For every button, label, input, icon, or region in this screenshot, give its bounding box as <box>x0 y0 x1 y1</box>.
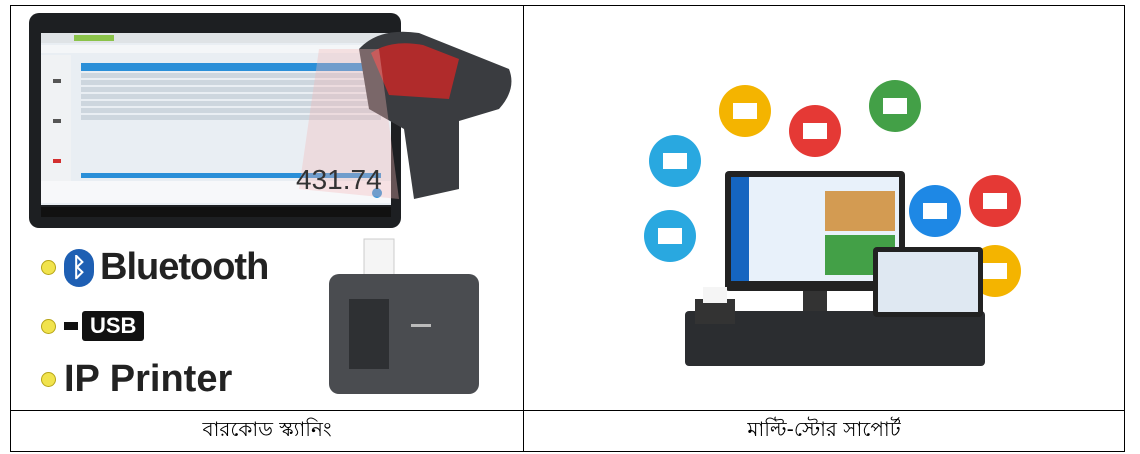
bullet-dot-icon <box>41 318 56 334</box>
caption-barcode-scanning: বারকোড স্ক্যানিং <box>202 416 332 441</box>
barcode-scanning-image <box>29 13 512 394</box>
content-table: 431.74 ᛒ Bluetooth USB IP Printer বারকোড… <box>10 5 1125 452</box>
bullet-dot-icon <box>41 372 56 387</box>
ip-printer-label: IP Printer <box>64 358 233 400</box>
multi-store-image <box>644 80 1021 366</box>
caption-multi-store-support: মাল্টি-স্টোর সাপোর্ট <box>747 416 901 441</box>
column-divider <box>523 6 524 451</box>
usb-label: USB <box>82 311 145 341</box>
bullet-dot-icon <box>41 260 56 275</box>
usb-row: USB <box>41 311 145 341</box>
usb-plug-icon <box>64 322 78 330</box>
receipt-printer-icon <box>329 238 479 394</box>
bluetooth-label: Bluetooth <box>100 246 269 288</box>
ip-printer-row: IP Printer <box>41 358 232 401</box>
tablet-total: 431.74 <box>296 164 382 195</box>
bluetooth-icon: ᛒ <box>64 248 94 287</box>
bluetooth-row: ᛒ Bluetooth <box>41 246 269 289</box>
